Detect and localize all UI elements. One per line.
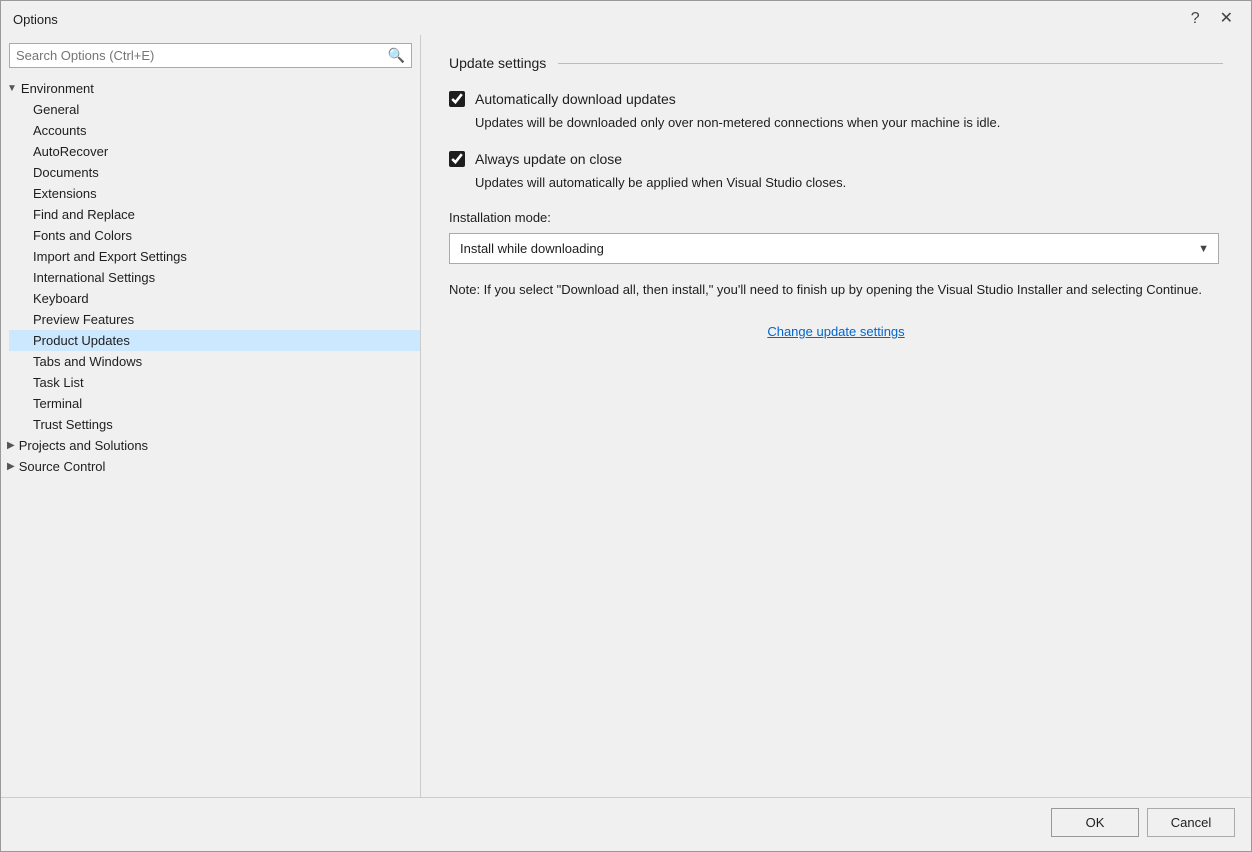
dialog-title: Options <box>13 12 58 27</box>
chevron-right-icon: ▶ <box>7 440 15 451</box>
tree-item-autorecover[interactable]: AutoRecover <box>9 141 420 162</box>
content-area: Update settings Automatically download u… <box>421 35 1251 797</box>
dialog-footer: OK Cancel <box>1 797 1251 851</box>
tree-item-product-updates[interactable]: Product Updates <box>9 330 420 351</box>
note-text: Note: If you select "Download all, then … <box>449 280 1223 300</box>
installation-mode-dropdown-wrapper: Install while downloading Download all, … <box>449 233 1219 264</box>
search-icon: 🔍 <box>388 47 405 64</box>
tree-item-keyboard[interactable]: Keyboard <box>9 288 420 309</box>
help-button[interactable]: ? <box>1185 9 1206 29</box>
auto-download-checkbox[interactable] <box>449 91 465 107</box>
tree-item-general[interactable]: General <box>9 99 420 120</box>
tree-group-projects[interactable]: ▶ Projects and Solutions <box>1 435 420 456</box>
options-dialog: Options ? ✕ 🔍 ▼ Environment General <box>0 0 1252 852</box>
cancel-button[interactable]: Cancel <box>1147 808 1235 837</box>
tree-item-trust-settings[interactable]: Trust Settings <box>9 414 420 435</box>
options-tree: ▼ Environment General Accounts AutoRecov… <box>1 74 420 797</box>
tree-group-source-control[interactable]: ▶ Source Control <box>1 456 420 477</box>
projects-label: Projects and Solutions <box>19 438 148 453</box>
section-divider <box>558 63 1223 64</box>
close-button[interactable]: ✕ <box>1214 9 1239 29</box>
installation-mode-label: Installation mode: <box>449 210 1223 225</box>
tree-item-extensions[interactable]: Extensions <box>9 183 420 204</box>
environment-children: General Accounts AutoRecover Documents E… <box>1 99 420 435</box>
installation-mode-select[interactable]: Install while downloading Download all, … <box>449 233 1219 264</box>
search-box[interactable]: 🔍 <box>9 43 412 68</box>
tree-group-environment[interactable]: ▼ Environment <box>1 78 420 99</box>
tree-item-terminal[interactable]: Terminal <box>9 393 420 414</box>
search-input[interactable] <box>16 48 388 63</box>
environment-label: Environment <box>21 81 94 96</box>
source-control-label: Source Control <box>19 459 106 474</box>
title-bar-controls: ? ✕ <box>1185 9 1239 29</box>
dialog-body: 🔍 ▼ Environment General Accounts AutoRec… <box>1 35 1251 797</box>
tree-item-find-replace[interactable]: Find and Replace <box>9 204 420 225</box>
tree-item-accounts[interactable]: Accounts <box>9 120 420 141</box>
tree-item-import-export[interactable]: Import and Export Settings <box>9 246 420 267</box>
chevron-down-icon: ▼ <box>7 83 17 94</box>
change-update-settings-link[interactable]: Change update settings <box>449 324 1223 339</box>
tree-item-documents[interactable]: Documents <box>9 162 420 183</box>
tree-item-international[interactable]: International Settings <box>9 267 420 288</box>
section-title: Update settings <box>449 55 546 71</box>
tree-item-preview-features[interactable]: Preview Features <box>9 309 420 330</box>
auto-download-desc: Updates will be downloaded only over non… <box>475 113 1195 133</box>
checkbox-auto-download-row: Automatically download updates <box>449 91 1223 107</box>
tree-item-fonts-colors[interactable]: Fonts and Colors <box>9 225 420 246</box>
update-on-close-desc: Updates will automatically be applied wh… <box>475 173 1195 193</box>
tree-item-task-list[interactable]: Task List <box>9 372 420 393</box>
title-bar: Options ? ✕ <box>1 1 1251 35</box>
update-on-close-label[interactable]: Always update on close <box>475 151 622 167</box>
checkbox-update-on-close-row: Always update on close <box>449 151 1223 167</box>
auto-download-label[interactable]: Automatically download updates <box>475 91 676 107</box>
chevron-right-icon2: ▶ <box>7 461 15 472</box>
section-header: Update settings <box>449 55 1223 71</box>
tree-item-tabs-windows[interactable]: Tabs and Windows <box>9 351 420 372</box>
update-on-close-checkbox[interactable] <box>449 151 465 167</box>
ok-button[interactable]: OK <box>1051 808 1139 837</box>
sidebar: 🔍 ▼ Environment General Accounts AutoRec… <box>1 35 421 797</box>
